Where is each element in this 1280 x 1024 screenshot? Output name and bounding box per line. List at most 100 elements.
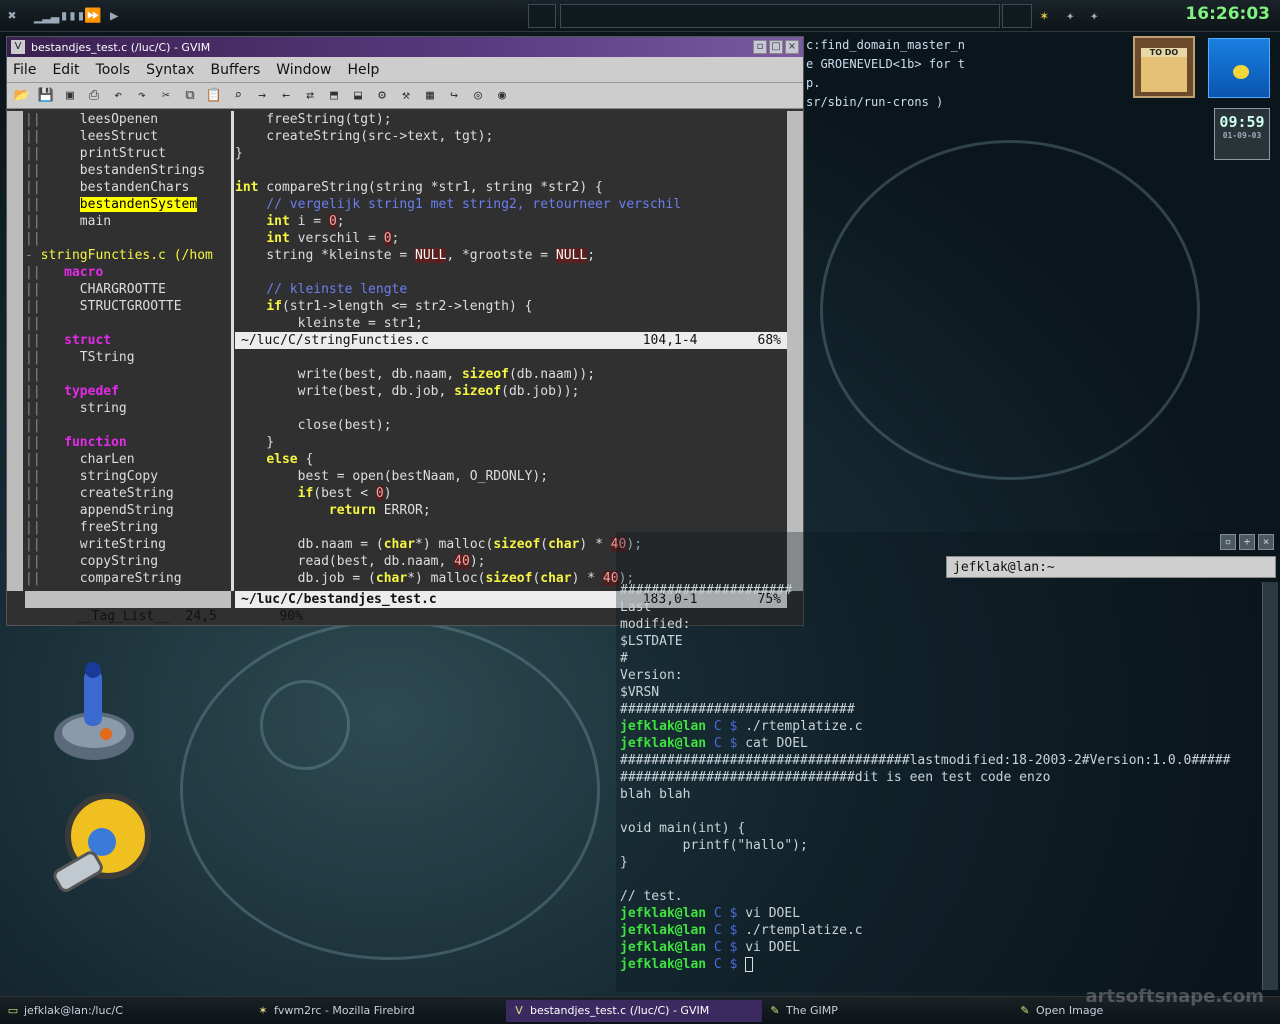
task-gimp[interactable]: ✎ The GIMP bbox=[762, 1000, 1012, 1022]
code-line[interactable]: int compareString(string *str1, string *… bbox=[235, 179, 787, 196]
play-icon[interactable]: ▶ bbox=[110, 6, 118, 26]
taglist-item[interactable]: || leesOpenen bbox=[25, 111, 231, 128]
code-line[interactable] bbox=[235, 264, 787, 281]
code-line[interactable]: string *kleinste = NULL, *grootste = NUL… bbox=[235, 247, 787, 264]
taglist-item[interactable]: || macro bbox=[25, 264, 231, 281]
find-help-icon[interactable]: ◉ bbox=[493, 87, 511, 105]
menu-syntax[interactable]: Syntax bbox=[146, 62, 194, 78]
pager-desk-2[interactable] bbox=[1002, 4, 1032, 28]
code-line[interactable]: // vergelijk string1 met string2, retour… bbox=[235, 196, 787, 213]
taglist-item[interactable]: || stringCopy bbox=[25, 468, 231, 485]
fast-forward-icon[interactable]: ⏩ bbox=[84, 6, 101, 26]
joystick-icon[interactable] bbox=[48, 656, 140, 766]
help-icon[interactable]: ◎ bbox=[469, 87, 487, 105]
code-line[interactable] bbox=[235, 162, 787, 179]
pager-desk-1[interactable] bbox=[528, 4, 556, 28]
vertical-split[interactable] bbox=[231, 111, 234, 591]
menu-file[interactable]: File bbox=[13, 62, 36, 78]
redo-icon[interactable]: ↷ bbox=[133, 87, 151, 105]
menu-tools[interactable]: Tools bbox=[96, 62, 131, 78]
menu-edit[interactable]: Edit bbox=[52, 62, 79, 78]
taglist-item[interactable]: || charLen bbox=[25, 451, 231, 468]
gvim-titlebar[interactable]: V bestandjes_test.c (/luc/C) - GVIM ▫ □ … bbox=[7, 37, 803, 57]
taglist-item[interactable]: || createString bbox=[25, 485, 231, 502]
menu-buffers[interactable]: Buffers bbox=[210, 62, 260, 78]
taglist-item[interactable]: || copyString bbox=[25, 553, 231, 570]
taglist-item[interactable]: || bestandenStrings bbox=[25, 162, 231, 179]
cut-icon[interactable]: ✂ bbox=[157, 87, 175, 105]
taglist-item[interactable]: || writeString bbox=[25, 536, 231, 553]
paste-icon[interactable]: 📋 bbox=[205, 87, 223, 105]
taglist-item[interactable]: || string bbox=[25, 400, 231, 417]
pager[interactable] bbox=[560, 4, 1000, 28]
terminal-minimize-button[interactable]: ▫ bbox=[1220, 534, 1236, 550]
open-icon[interactable]: 📂 bbox=[13, 87, 31, 105]
code-line[interactable] bbox=[235, 349, 787, 366]
code-line[interactable]: if(best < 0) bbox=[235, 485, 787, 502]
firebird-icon[interactable]: ✶ bbox=[1040, 6, 1048, 26]
signal-icon[interactable]: ▮▮▮ bbox=[60, 6, 85, 26]
code-line[interactable]: best = open(bestNaam, O_RDONLY); bbox=[235, 468, 787, 485]
shell-icon[interactable]: ▦ bbox=[421, 87, 439, 105]
task-terminal[interactable]: ▭ jefklak@lan:/luc/C bbox=[0, 1000, 250, 1022]
menu-help[interactable]: Help bbox=[347, 62, 379, 78]
tool-icon-2[interactable]: ✦ bbox=[1090, 6, 1098, 26]
taglist-item[interactable]: || CHARGROOTTE bbox=[25, 281, 231, 298]
code-line[interactable] bbox=[235, 400, 787, 417]
taglist-item[interactable]: || leesStruct bbox=[25, 128, 231, 145]
taglist-pane[interactable]: || leesOpenen || leesStruct || printStruct… bbox=[25, 111, 231, 591]
tool-icon[interactable]: ✦ bbox=[1066, 6, 1074, 26]
terminal-scrollbar[interactable] bbox=[1262, 582, 1278, 990]
duck-icon[interactable] bbox=[1208, 38, 1270, 98]
taglist-item[interactable]: || printStruct bbox=[25, 145, 231, 162]
taglist-item[interactable]: || compareString bbox=[25, 570, 231, 587]
replace-icon[interactable]: ⇄ bbox=[301, 87, 319, 105]
code-line[interactable]: freeString(tgt); bbox=[235, 111, 787, 128]
taglist-item[interactable]: || appendString bbox=[25, 502, 231, 519]
save-session-icon[interactable]: ⬓ bbox=[349, 87, 367, 105]
terminal-output[interactable]: ###################### Last modified: $LSTD… bbox=[620, 582, 1260, 973]
taglist-item[interactable]: || STRUCTGROOTTE bbox=[25, 298, 231, 315]
taglist-item[interactable]: || function bbox=[25, 434, 231, 451]
code-line[interactable]: createString(src->text, tgt); bbox=[235, 128, 787, 145]
task-firebird[interactable]: ✶ fvwm2rc - Mozilla Firebird bbox=[250, 1000, 506, 1022]
code-scrollbar[interactable] bbox=[787, 111, 803, 591]
code-line[interactable]: kleinste = str1; bbox=[235, 315, 787, 332]
run-script-icon[interactable]: ⚙ bbox=[373, 87, 391, 105]
copy-icon[interactable]: ⧉ bbox=[181, 87, 199, 105]
make-icon[interactable]: ⚒ bbox=[397, 87, 415, 105]
code-line[interactable]: } bbox=[235, 145, 787, 162]
code-line[interactable]: if(str1->length <= str2->length) { bbox=[235, 298, 787, 315]
terminal-maximize-button[interactable]: + bbox=[1239, 534, 1255, 550]
code-line[interactable]: } bbox=[235, 434, 787, 451]
taglist-item[interactable]: || main bbox=[25, 213, 231, 230]
taglist-item[interactable]: || freeString bbox=[25, 519, 231, 536]
terminal-close-button[interactable]: × bbox=[1258, 534, 1274, 550]
taglist-item[interactable]: || bestandenChars bbox=[25, 179, 231, 196]
menu-window[interactable]: Window bbox=[276, 62, 331, 78]
taglist-item[interactable]: - stringFuncties.c (/hom bbox=[25, 247, 231, 264]
save-icon[interactable]: 💾 bbox=[37, 87, 55, 105]
code-line[interactable]: // kleinste lengte bbox=[235, 281, 787, 298]
minimize-button[interactable]: ▫ bbox=[753, 40, 767, 54]
maximize-button[interactable]: □ bbox=[769, 40, 783, 54]
code-line[interactable]: write(best, db.job, sizeof(db.job)); bbox=[235, 383, 787, 400]
taglist-item[interactable]: || struct bbox=[25, 332, 231, 349]
terminal-tab[interactable]: jefklak@lan:~ bbox=[946, 556, 1276, 578]
print-icon[interactable]: ⎙ bbox=[85, 87, 103, 105]
taglist-scrollbar[interactable] bbox=[7, 111, 23, 591]
save-all-icon[interactable]: ▣ bbox=[61, 87, 79, 105]
xmms-close-icon[interactable]: ✖ bbox=[8, 6, 16, 26]
code-line[interactable]: int verschil = 0; bbox=[235, 230, 787, 247]
todo-widget[interactable]: TO DO bbox=[1133, 36, 1195, 98]
code-line[interactable]: int i = 0; bbox=[235, 213, 787, 230]
load-session-icon[interactable]: ⬒ bbox=[325, 87, 343, 105]
key-icon[interactable] bbox=[46, 790, 156, 910]
code-line[interactable]: write(best, db.naam, sizeof(db.naam)); bbox=[235, 366, 787, 383]
taglist-item[interactable]: || TString bbox=[25, 349, 231, 366]
volume-icon[interactable]: ▁▂▃ bbox=[34, 6, 59, 26]
task-gvim[interactable]: Vbestandjes_test.c (/luc/C) - GVIM bbox=[506, 999, 762, 1022]
code-line[interactable]: else { bbox=[235, 451, 787, 468]
taglist-item[interactable]: || typedef bbox=[25, 383, 231, 400]
close-button[interactable]: × bbox=[785, 40, 799, 54]
